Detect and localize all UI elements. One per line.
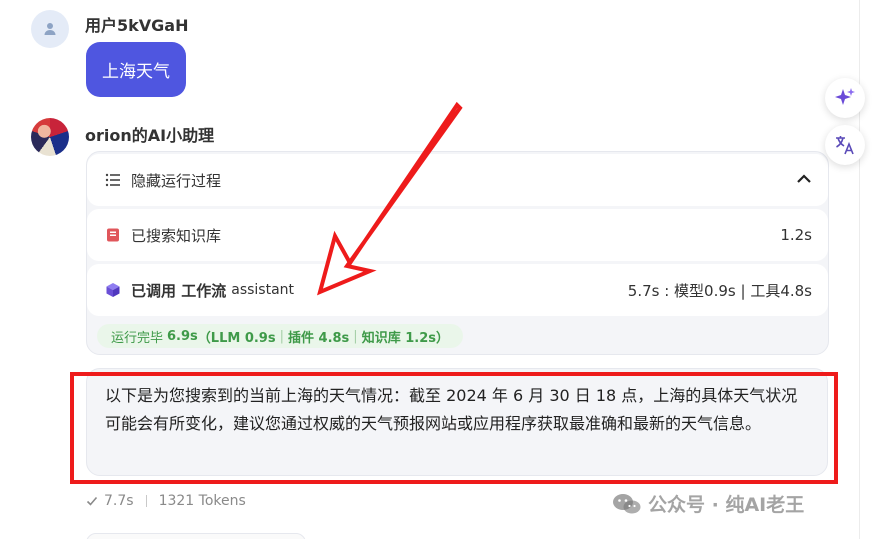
process-step-workflow: 已调用 工作流 assistant 5.7s : 模型0.9s | 工具4.8s: [87, 264, 828, 316]
user-name: 用户5kVGaH: [85, 16, 189, 35]
check-icon: [86, 496, 98, 506]
chevron-up-icon[interactable]: [796, 171, 812, 189]
token-count: 1321 Tokens: [158, 493, 246, 509]
workflow-name: assistant: [231, 282, 295, 298]
translate-button[interactable]: [825, 125, 865, 165]
summary-kb: 知识库 1.2s）: [361, 330, 449, 346]
process-step-label: 已搜索知识库: [131, 226, 222, 245]
process-toggle[interactable]: 隐藏运行过程: [87, 154, 828, 206]
annotation-highlight-box: [70, 372, 838, 484]
summary-prefix: 运行完毕: [111, 330, 164, 346]
translate-icon: [836, 136, 854, 155]
watermark-text: 公众号 · 纯AI老王: [648, 494, 805, 516]
run-process-card: 隐藏运行过程 已搜索知识库 1.2s 已调用 工作流 assistant 5.7…: [86, 151, 829, 355]
user-avatar: [31, 10, 69, 48]
process-step-label: 已调用 工作流: [131, 281, 227, 300]
bot-name: orion的AI小助理: [85, 126, 215, 145]
message-meta: 7.7s 1321 Tokens: [86, 493, 246, 509]
ai-assist-button[interactable]: [825, 78, 865, 118]
meta-divider: [145, 495, 147, 507]
watermark: 公众号 · 纯AI老王: [612, 490, 804, 517]
user-message-bubble: 上海天气: [86, 42, 186, 97]
response-time: 7.7s: [104, 493, 134, 509]
summary-llm: （LLM 0.9s: [197, 330, 276, 346]
summary-total: 6.9s: [167, 328, 198, 344]
run-summary-badge: 运行完毕 6.9s （LLM 0.9s | 插件 4.8s | 知识库 1.2s…: [97, 324, 463, 348]
list-icon: [103, 170, 123, 190]
user-icon: [44, 23, 56, 35]
bot-avatar: [31, 118, 69, 156]
workflow-cube-icon: [103, 280, 123, 300]
summary-plugin: 插件 4.8s: [288, 330, 350, 346]
sparkle-icon: [835, 88, 855, 105]
wechat-icon: [613, 493, 641, 513]
next-message-stub: [86, 533, 306, 539]
process-toggle-label: 隐藏运行过程: [131, 171, 222, 190]
process-step-time: 5.7s : 模型0.9s | 工具4.8s: [627, 281, 812, 300]
knowledge-book-icon: [103, 225, 123, 245]
process-step-knowledge: 已搜索知识库 1.2s: [87, 209, 828, 261]
process-step-time: 1.2s: [780, 226, 812, 244]
